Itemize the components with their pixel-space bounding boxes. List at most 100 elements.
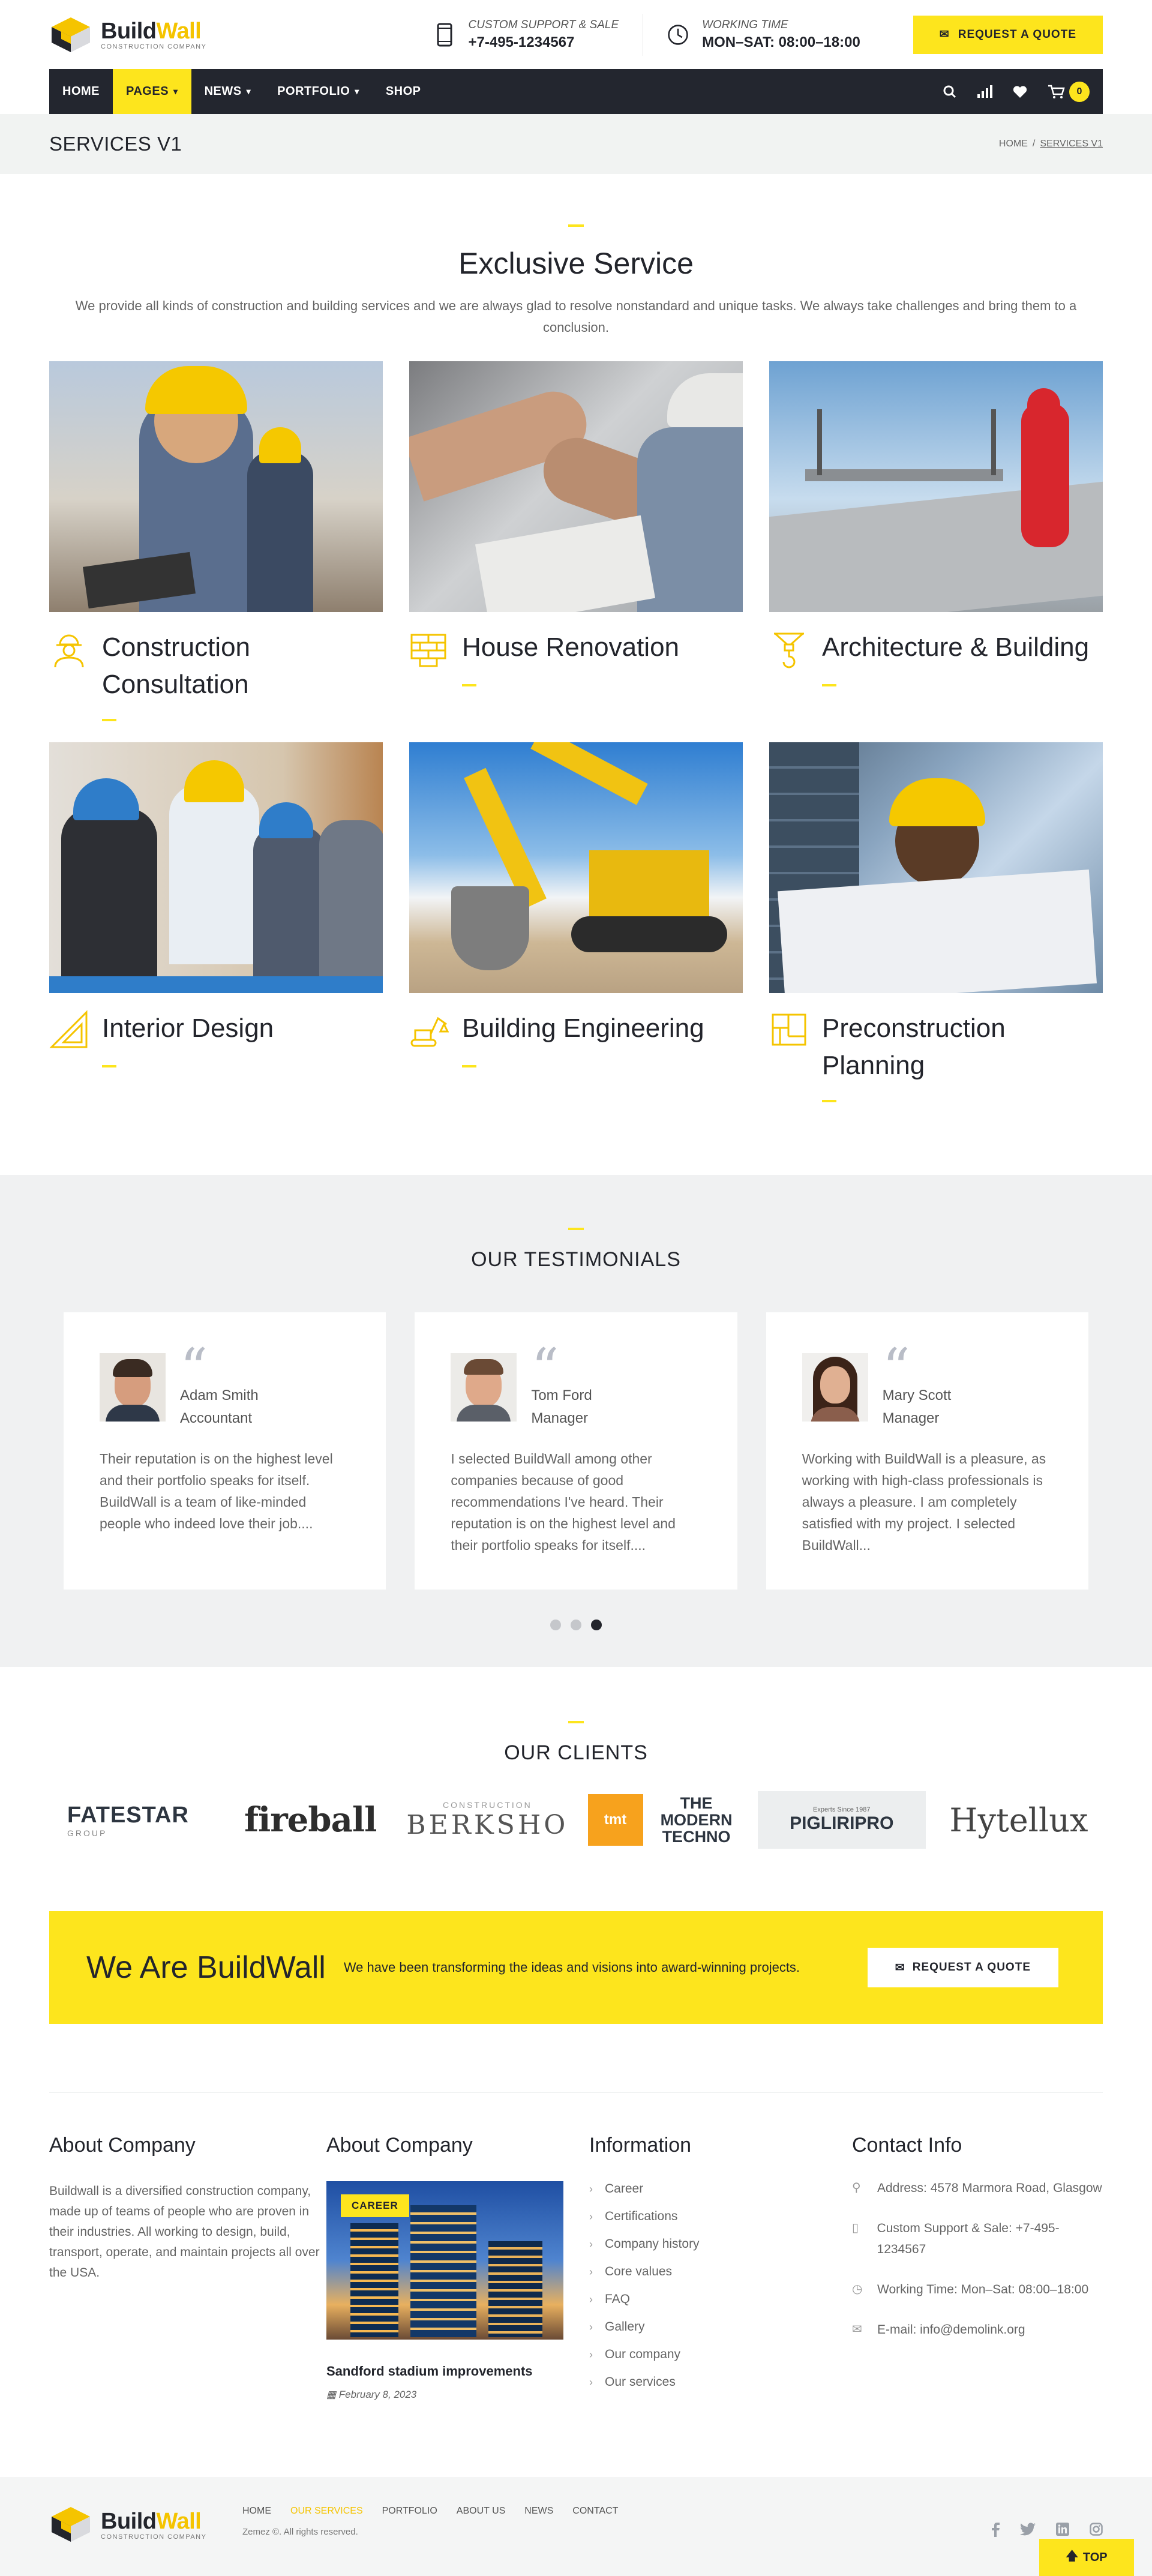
chevron-right-icon: › [589, 2182, 593, 2195]
chevron-right-icon: › [589, 2293, 593, 2305]
client-logo-fatestar[interactable]: FATESTAR GROUP [49, 1791, 217, 1849]
service-image[interactable] [409, 742, 743, 993]
testimonial-card: “ Adam Smith Accountant Their reputation… [64, 1312, 386, 1590]
title-accent [102, 719, 116, 721]
carousel-dot[interactable] [571, 1620, 581, 1630]
bottom-link-home[interactable]: HOME [242, 2506, 271, 2517]
post-tag[interactable]: CAREER [341, 2194, 409, 2217]
service-title[interactable]: Building Engineering [462, 1010, 704, 1049]
client-logo-berksho[interactable]: CONSTRUCTION BERKSHO [403, 1791, 571, 1849]
service-card[interactable]: Building Engineering [409, 742, 743, 1123]
nav-news[interactable]: NEWS ▾ [191, 69, 265, 114]
avatar [802, 1353, 868, 1422]
post-image[interactable]: CAREER [326, 2181, 563, 2340]
title-accent [462, 1065, 476, 1067]
testimonial-role: Manager [882, 1410, 940, 1426]
arrow-up-icon: 🡅 [1066, 2550, 1078, 2563]
footer-link[interactable]: › Our company [589, 2341, 852, 2368]
section-accent [568, 1228, 584, 1230]
footer-link[interactable]: › Certifications [589, 2203, 852, 2230]
nav-portfolio[interactable]: PORTFOLIO ▾ [264, 69, 373, 114]
footer-link[interactable]: › Career [589, 2175, 852, 2203]
service-title[interactable]: Interior Design [102, 1010, 274, 1049]
bottom-link-about[interactable]: ABOUT US [457, 2506, 506, 2517]
request-quote-button[interactable]: ✉ REQUEST A QUOTE [913, 15, 1103, 54]
post-title[interactable]: Sandford stadium improvements [326, 2364, 589, 2379]
footer-link[interactable]: › Core values [589, 2258, 852, 2286]
client-logo-pigliripro[interactable]: Experts Since 1987 PIGLIRIPRO [757, 1791, 926, 1849]
service-card[interactable]: Interior Design [49, 742, 383, 1123]
footer-link[interactable]: › Company history [589, 2230, 852, 2258]
bottom-link-contact[interactable]: CONTACT [572, 2506, 618, 2517]
contact-email[interactable]: E-mail: info@demolink.org [877, 2319, 1025, 2340]
scroll-top-button[interactable]: 🡅 TOP [1039, 2539, 1134, 2576]
clock-icon: ◷ [852, 2283, 863, 2296]
support-info: CUSTOM SUPPORT & SALE +7-495-1234567 [410, 14, 643, 56]
linkedin-icon[interactable] [1056, 2523, 1069, 2536]
footer-link[interactable]: › FAQ [589, 2286, 852, 2313]
testimonial-text: I selected BuildWall among other compani… [451, 1451, 676, 1553]
service-title[interactable]: Preconstruction Planning [822, 1010, 1103, 1084]
chevron-right-icon: › [589, 2320, 593, 2333]
search-icon[interactable] [943, 85, 956, 98]
testimonial-name: Adam Smith [180, 1387, 259, 1404]
logo-cube-icon [52, 2507, 90, 2542]
support-phone[interactable]: +7-495-1234567 [469, 34, 619, 51]
footer-logo[interactable]: BuildWall CONSTRUCTION COMPANY [49, 2506, 206, 2543]
testimonial-text: Their reputation is on the highest level… [100, 1451, 333, 1531]
service-image[interactable] [49, 742, 383, 993]
contact-support[interactable]: Custom Support & Sale: +7-495-1234567 [877, 2218, 1103, 2260]
service-image[interactable] [769, 361, 1103, 612]
footer-about: About Company Buildwall is a diversified… [49, 2134, 325, 2401]
instagram-icon[interactable] [1090, 2523, 1103, 2536]
page-title: SERVICES V1 [49, 133, 182, 155]
calendar-icon: ▦ [326, 2389, 339, 2400]
cta-title: We Are BuildWall [86, 1950, 326, 1985]
service-image[interactable] [769, 742, 1103, 993]
nav-pages[interactable]: PAGES ▾ [113, 69, 191, 114]
service-title[interactable]: Architecture & Building [822, 629, 1089, 668]
footer-information: Information › Career › Certifications › Com… [589, 2134, 852, 2401]
ruler-triangle-icon [49, 1010, 88, 1048]
carousel-dot[interactable] [550, 1620, 561, 1630]
logo-cube-icon [52, 17, 90, 52]
twitter-icon[interactable] [1020, 2523, 1036, 2536]
divider [49, 2092, 1103, 2093]
cta-quote-button[interactable]: ✉ REQUEST A QUOTE [867, 1948, 1058, 1987]
social-links [991, 2523, 1103, 2537]
client-logo-modern-techno[interactable]: tmt THE MODERN TECHNO [581, 1791, 749, 1849]
title-accent [822, 1100, 836, 1102]
nav-shop[interactable]: SHOP [373, 69, 434, 114]
footer-contact-title: Contact Info [852, 2134, 962, 2157]
bottom-link-portfolio[interactable]: PORTFOLIO [382, 2506, 437, 2517]
footer-link[interactable]: › Our services [589, 2368, 852, 2396]
client-logo-fireball[interactable]: fireball [226, 1791, 394, 1849]
carousel-dot-active[interactable] [591, 1620, 602, 1630]
chevron-down-icon: ▾ [246, 86, 251, 96]
testimonial-role: Manager [531, 1410, 589, 1426]
cart-icon[interactable] [1048, 85, 1066, 99]
clock-icon [667, 22, 689, 47]
testimonial-name: Mary Scott [882, 1387, 952, 1404]
logo[interactable]: BuildWall CONSTRUCTION COMPANY [49, 16, 206, 53]
service-card[interactable]: Preconstruction Planning [769, 742, 1103, 1123]
service-card[interactable]: Architecture & Building [769, 361, 1103, 742]
compare-bars-icon[interactable] [977, 85, 992, 98]
cta-banner: We Are BuildWall We have been transformi… [49, 1911, 1103, 2024]
nav-home[interactable]: HOME [49, 69, 113, 114]
service-title[interactable]: Construction Consultation [102, 629, 383, 703]
service-image[interactable] [49, 361, 383, 612]
service-title[interactable]: House Renovation [462, 629, 679, 668]
footer-link[interactable]: › Gallery [589, 2313, 852, 2341]
breadcrumb-home[interactable]: HOME [999, 139, 1028, 149]
client-logo-hytellux[interactable]: Hytellux [935, 1791, 1103, 1849]
bottom-link-services[interactable]: OUR SERVICES [290, 2506, 363, 2517]
heart-icon[interactable] [1013, 85, 1027, 98]
service-card[interactable]: House Renovation [409, 361, 743, 742]
map-pin-icon: ⚲ [852, 2181, 861, 2194]
service-image[interactable] [409, 361, 743, 612]
facebook-icon[interactable] [991, 2523, 1000, 2537]
contact-hours: Working Time: Mon–Sat: 08:00–18:00 [877, 2283, 1089, 2296]
service-card[interactable]: Construction Consultation [49, 361, 383, 742]
bottom-link-news[interactable]: NEWS [524, 2506, 553, 2517]
